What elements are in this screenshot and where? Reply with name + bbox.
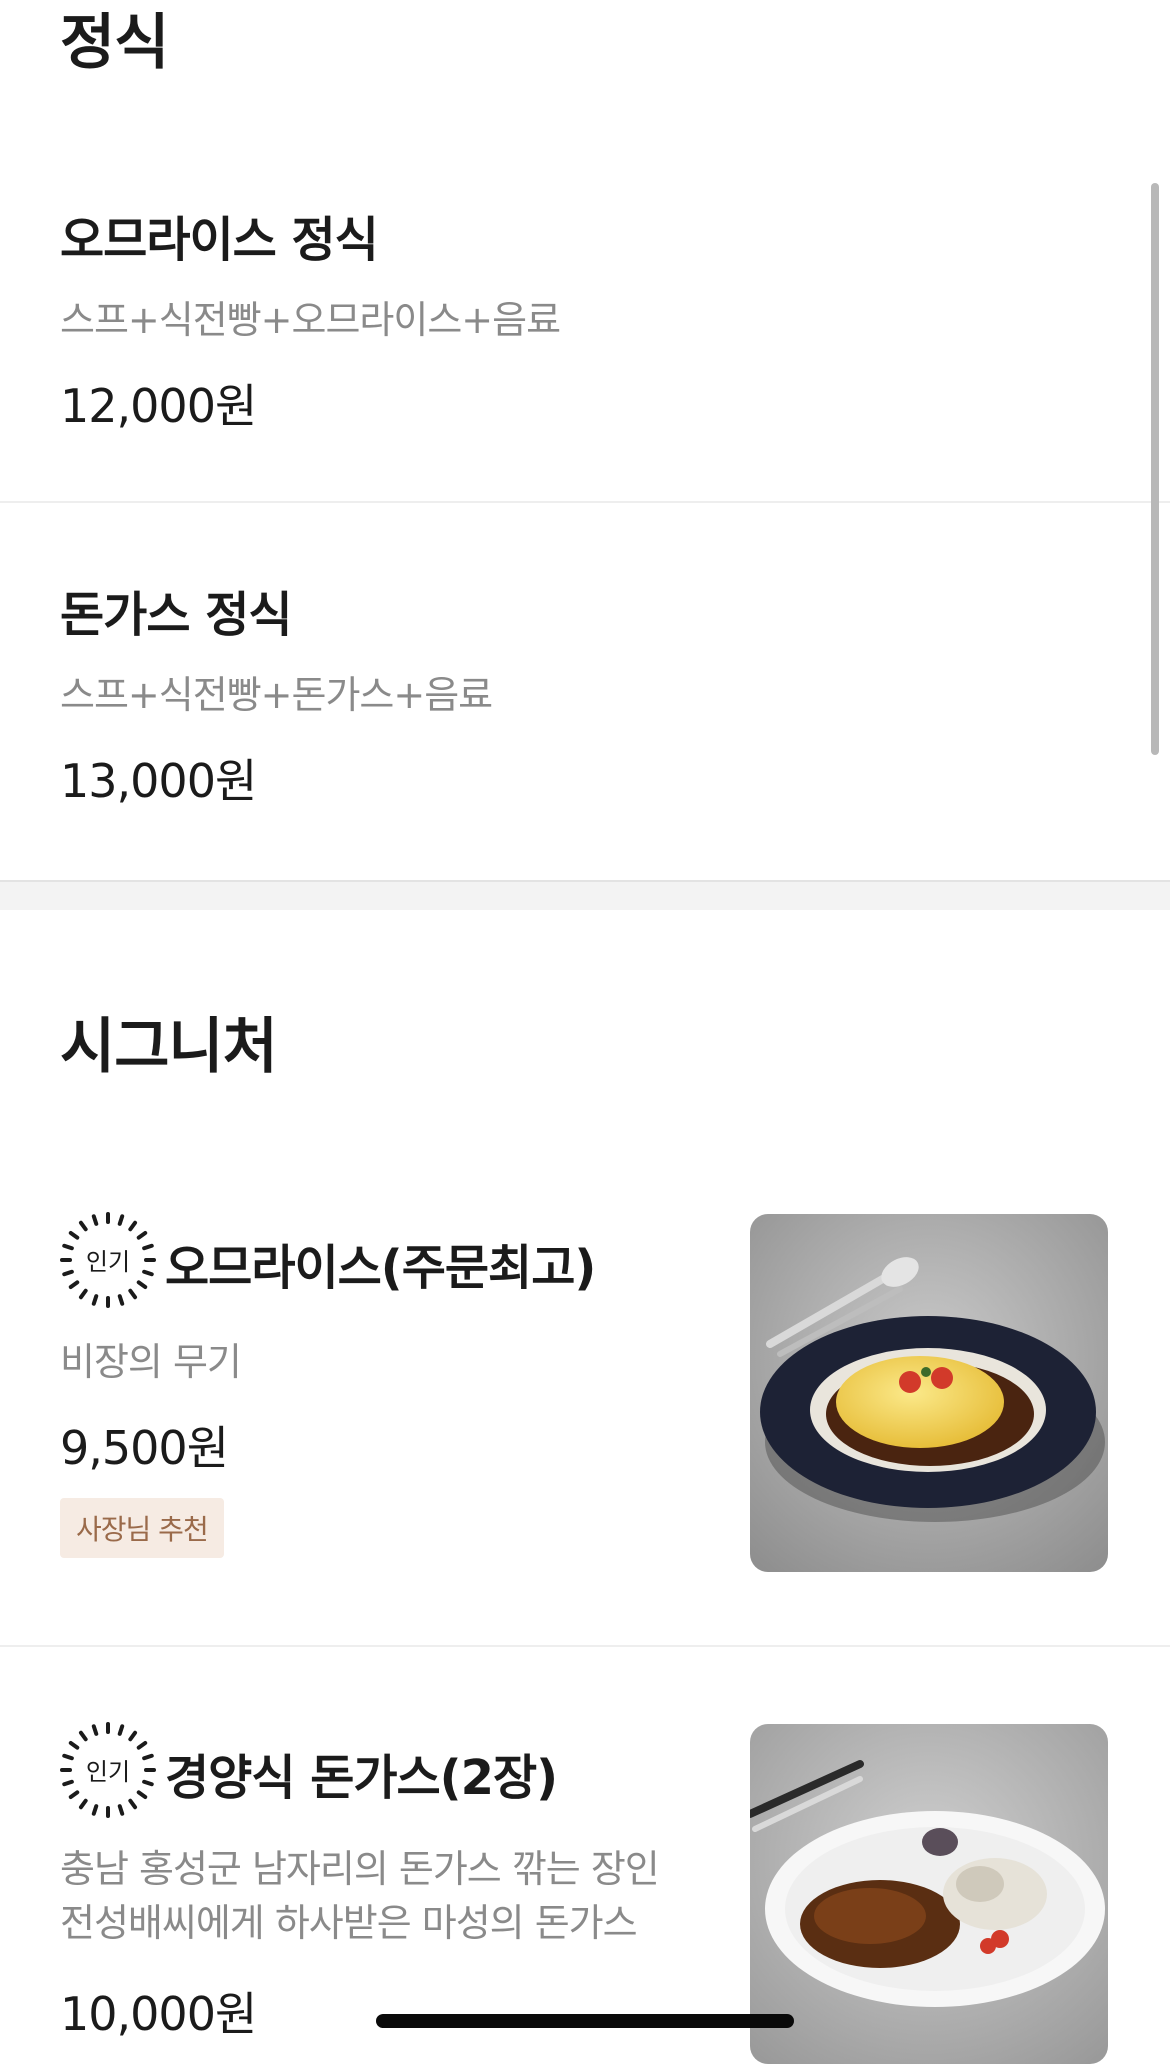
popular-badge-label: 인기: [86, 1758, 130, 1786]
owner-recommend-tag: 사장님 추천: [60, 1498, 224, 1558]
section-divider: [0, 880, 1170, 910]
section-title-signature: 시그니처: [60, 1012, 278, 1082]
menu-description: 스프+식전빵+돈가스+음료: [60, 673, 493, 717]
section-title-set-meal: 정식: [60, 8, 169, 78]
divider: [0, 1645, 1170, 1647]
menu-item-omurice-set[interactable]: 오므라이스 정식 스프+식전빵+오므라이스+음료 12,000원: [0, 150, 1170, 500]
menu-item-tonkatsu-set[interactable]: 돈가스 정식 스프+식전빵+돈가스+음료 13,000원: [0, 505, 1170, 875]
home-indicator[interactable]: [376, 2014, 794, 2028]
menu-item-tonkatsu[interactable]: 인기 경양식 돈가스(2장) 충남 홍성군 남자리의 돈가스 깎는 장인 전성배…: [0, 1700, 1170, 2064]
popular-badge-icon: 인기: [60, 1722, 156, 1818]
menu-price: 10,000원: [60, 1987, 257, 2041]
divider: [0, 501, 1170, 503]
menu-price: 12,000원: [60, 379, 257, 433]
popular-badge-icon: 인기: [60, 1212, 156, 1308]
menu-description: 스프+식전빵+오므라이스+음료: [60, 298, 561, 342]
menu-price: 13,000원: [60, 754, 257, 808]
menu-name: 오므라이스(주문최고): [165, 1240, 596, 1296]
menu-name: 돈가스 정식: [60, 587, 293, 643]
menu-item-omurice[interactable]: 인기 오므라이스(주문최고) 비장의 무기 9,500원 사장님 추천: [0, 1200, 1170, 1640]
menu-description-line-1: 충남 홍성군 남자리의 돈가스 깎는 장인: [60, 1847, 660, 1891]
popular-badge-label: 인기: [86, 1248, 130, 1276]
menu-name: 오므라이스 정식: [60, 212, 379, 268]
menu-name: 경양식 돈가스(2장): [165, 1750, 558, 1806]
omurice-photo: [750, 1214, 1108, 1572]
scrollbar[interactable]: [1151, 183, 1159, 755]
menu-description: 비장의 무기: [60, 1340, 242, 1384]
menu-description-line-2: 전성배씨에게 하사받은 마성의 돈가스: [60, 1901, 638, 1945]
menu-price: 9,500원: [60, 1421, 229, 1475]
tonkatsu-photo: [750, 1724, 1108, 2064]
